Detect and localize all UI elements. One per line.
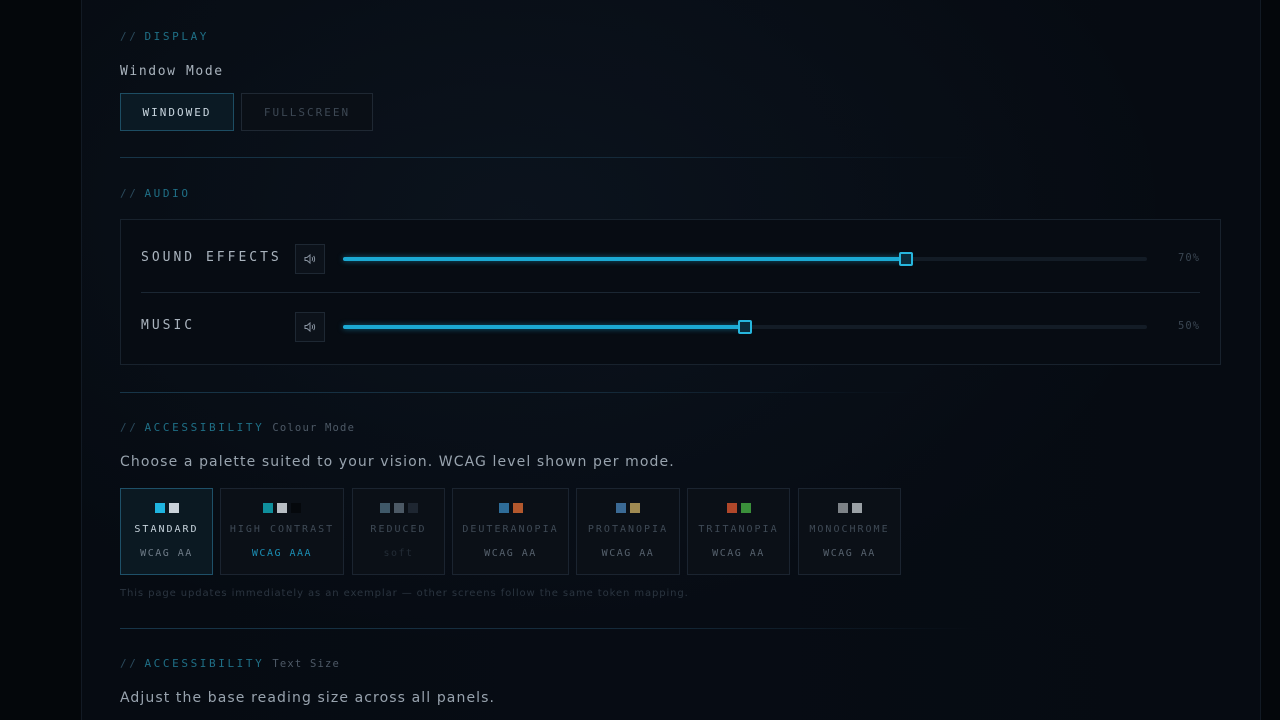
palette-standard[interactable]: STANDARD WCAG AA [120,488,213,575]
swatch [154,503,165,513]
colour-mode-section-header: // ACCESSIBILITY Colour Mode [120,421,355,434]
fullscreen-button[interactable]: FULLSCREEN [241,93,373,131]
section-title: ACCESSIBILITY [144,421,265,434]
swatch [726,503,737,513]
palette-level: WCAG AA [712,548,765,559]
sound-effects-mute-button[interactable] [295,244,325,274]
swatch [277,503,287,513]
palette-monochrome[interactable]: MONOCHROME WCAG AA [798,488,901,575]
audio-row-divider [141,292,1200,293]
section-prefix: // [120,421,139,434]
music-row: MUSIC 50% [121,312,1220,342]
swatch [498,503,509,513]
music-mute-button[interactable] [295,312,325,342]
palette-swatches [799,503,900,513]
text-size-description: Adjust the base reading size across all … [120,690,496,706]
swatch [851,503,862,513]
palette-swatches [577,503,679,513]
palette-level: soft [383,548,414,559]
palette-deuteranopia[interactable]: DEUTERANOPIA WCAG AA [452,488,569,575]
section-prefix: // [120,657,139,670]
palette-level: WCAG AA [484,548,537,559]
swatch [616,503,626,513]
palette-swatches [688,503,789,513]
palette-protanopia[interactable]: PROTANOPIA WCAG AA [576,488,680,575]
section-prefix: // [120,187,139,200]
sound-effects-label: SOUND EFFECTS [141,250,282,265]
settings-panel: // DISPLAY Window Mode WINDOWED FULLSCREE… [120,0,1221,720]
swatch [168,503,179,513]
palette-tritanopia[interactable]: TRITANOPIA WCAG AA [687,488,790,575]
sound-effects-slider[interactable] [343,252,1147,266]
swatch [512,503,523,513]
section-prefix: // [120,30,139,43]
colour-mode-footnote: This page updates immediately as an exem… [120,588,689,599]
swatch [630,503,640,513]
section-divider [120,628,980,629]
palette-swatches [453,503,568,513]
palette-name: REDUCED [370,524,427,535]
windowed-button-label: WINDOWED [142,105,212,119]
sound-effects-value: 70% [1178,252,1200,264]
left-rail [0,0,82,720]
slider-fill [343,257,906,261]
fullscreen-button-label: FULLSCREEN [263,105,351,119]
swatch [393,503,404,513]
palette-name: PROTANOPIA [587,524,669,535]
music-label: MUSIC [141,318,196,333]
palette-reduced[interactable]: REDUCED soft [352,488,445,575]
palette-name: MONOCHROME [809,524,890,535]
section-title: AUDIO [144,187,191,200]
section-subtitle: Colour Mode [272,422,356,434]
speaker-icon [304,321,316,333]
right-rail [1260,0,1280,720]
swatch [407,503,418,513]
slider-thumb[interactable] [898,252,913,266]
slider-fill [343,325,745,329]
palette-high-contrast[interactable]: HIGH CONTRAST WCAG AAA [220,488,344,575]
palette-swatches [353,503,444,513]
swatch [291,503,301,513]
windowed-button[interactable]: WINDOWED [120,93,234,131]
section-divider [120,157,980,158]
swatch [379,503,390,513]
text-size-section-header: // ACCESSIBILITY Text Size [120,657,340,670]
window-mode-label: Window Mode [120,64,224,79]
audio-panel: SOUND EFFECTS 70% MUSIC 50% [120,219,1221,365]
speaker-icon [304,253,316,265]
palette-level: WCAG AAA [251,548,313,559]
audio-section-header: // AUDIO [120,187,191,200]
swatch [740,503,751,513]
palette-swatches [221,503,343,513]
swatch [263,503,273,513]
swatch [837,503,848,513]
colour-mode-description: Choose a palette suited to your vision. … [120,454,675,470]
music-value: 50% [1178,320,1200,332]
section-title: DISPLAY [144,30,210,43]
section-subtitle: Text Size [272,658,341,670]
section-divider [120,392,920,393]
music-slider[interactable] [343,320,1147,334]
display-section-header: // DISPLAY [120,30,209,43]
sound-effects-row: SOUND EFFECTS 70% [121,244,1220,274]
palette-swatches [121,503,212,513]
palette-level: WCAG AA [140,548,193,559]
slider-thumb[interactable] [738,320,752,334]
palette-name: STANDARD [134,524,199,535]
section-title: ACCESSIBILITY [144,657,265,670]
palette-name: TRITANOPIA [698,524,779,535]
palette-level: WCAG AA [823,548,876,559]
palette-name: HIGH CONTRAST [229,524,335,535]
palette-level: WCAG AA [601,548,655,559]
palette-name: DEUTERANOPIA [462,524,559,535]
